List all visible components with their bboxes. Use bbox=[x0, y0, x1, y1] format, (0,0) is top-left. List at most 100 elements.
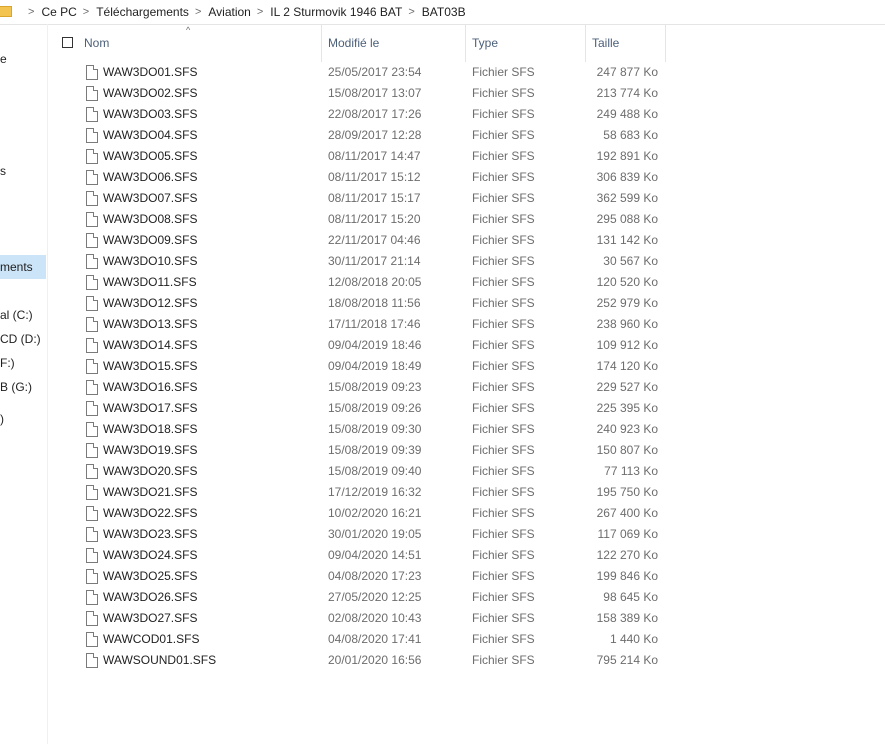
column-header-size[interactable]: Taille bbox=[586, 24, 666, 62]
file-row[interactable]: WAW3DO24.SFS 09/04/2020 14:51 Fichier SFS 1… bbox=[48, 545, 668, 566]
file-type: Fichier SFS bbox=[472, 569, 535, 583]
file-name: WAWSOUND01.SFS bbox=[103, 653, 217, 667]
file-row[interactable]: WAW3DO07.SFS 08/11/2017 15:17 Fichier SFS 3… bbox=[48, 188, 668, 209]
file-type: Fichier SFS bbox=[472, 380, 535, 394]
file-icon bbox=[86, 464, 98, 479]
file-row[interactable]: WAW3DO14.SFS 09/04/2019 18:46 Fichier SFS 1… bbox=[48, 335, 668, 356]
nav-item[interactable]: s bbox=[0, 164, 6, 178]
file-icon bbox=[86, 233, 98, 248]
column-header-modified[interactable]: Modifié le bbox=[322, 24, 466, 62]
file-modified: 18/08/2018 11:56 bbox=[328, 296, 421, 310]
file-row[interactable]: WAW3DO23.SFS 30/01/2020 19:05 Fichier SFS 1… bbox=[48, 524, 668, 545]
folder-icon bbox=[0, 6, 12, 17]
file-row[interactable]: WAW3DO22.SFS 10/02/2020 16:21 Fichier SFS 2… bbox=[48, 503, 668, 524]
breadcrumb-item-telechargements[interactable]: Téléchargements bbox=[96, 5, 189, 19]
file-size: 238 960 Ko bbox=[596, 317, 658, 331]
file-row[interactable]: WAW3DO02.SFS 15/08/2017 13:07 Fichier SFS 2… bbox=[48, 83, 668, 104]
file-row[interactable]: WAW3DO13.SFS 17/11/2018 17:46 Fichier SFS 2… bbox=[48, 314, 668, 335]
file-type: Fichier SFS bbox=[472, 611, 535, 625]
file-modified: 09/04/2019 18:46 bbox=[328, 338, 422, 352]
file-size: 295 088 Ko bbox=[596, 212, 658, 226]
file-size: 174 120 Ko bbox=[596, 359, 658, 373]
file-row[interactable]: WAW3DO04.SFS 28/09/2017 12:28 Fichier SFS 5… bbox=[48, 125, 668, 146]
file-name: WAWCOD01.SFS bbox=[103, 632, 200, 646]
select-all-checkbox[interactable] bbox=[62, 37, 73, 48]
chevron-right-icon[interactable]: > bbox=[189, 6, 208, 18]
file-name: WAW3DO17.SFS bbox=[103, 401, 198, 415]
nav-item-drive-d[interactable]: CD (D:) bbox=[0, 332, 41, 346]
file-size: 795 214 Ko bbox=[596, 653, 658, 667]
chevron-right-icon[interactable]: > bbox=[77, 6, 96, 18]
file-list: WAW3DO01.SFS 25/05/2017 23:54 Fichier SFS 2… bbox=[48, 62, 668, 671]
file-type: Fichier SFS bbox=[472, 254, 535, 268]
file-icon bbox=[86, 422, 98, 437]
file-row[interactable]: WAW3DO20.SFS 15/08/2019 09:40 Fichier SFS 7… bbox=[48, 461, 668, 482]
file-modified: 08/11/2017 14:47 bbox=[328, 149, 421, 163]
file-icon bbox=[86, 611, 98, 626]
file-row[interactable]: WAW3DO15.SFS 09/04/2019 18:49 Fichier SFS 1… bbox=[48, 356, 668, 377]
file-modified: 08/11/2017 15:20 bbox=[328, 212, 421, 226]
chevron-right-icon[interactable]: > bbox=[251, 6, 270, 18]
file-name: WAW3DO23.SFS bbox=[103, 527, 198, 541]
file-icon bbox=[86, 401, 98, 416]
nav-item-drive-c[interactable]: al (C:) bbox=[0, 308, 33, 322]
file-modified: 04/08/2020 17:41 bbox=[328, 632, 422, 646]
chevron-right-icon[interactable]: > bbox=[402, 6, 421, 18]
file-name: WAW3DO15.SFS bbox=[103, 359, 198, 373]
column-header-name[interactable]: Nom bbox=[78, 24, 322, 62]
file-row[interactable]: WAWSOUND01.SFS 20/01/2020 16:56 Fichier SF… bbox=[48, 650, 668, 671]
file-size: 150 807 Ko bbox=[596, 443, 658, 457]
file-type: Fichier SFS bbox=[472, 233, 535, 247]
file-row[interactable]: WAW3DO21.SFS 17/12/2019 16:32 Fichier SFS 1… bbox=[48, 482, 668, 503]
file-type: Fichier SFS bbox=[472, 170, 535, 184]
nav-item-selected[interactable]: ments bbox=[0, 255, 46, 279]
file-row[interactable]: WAW3DO26.SFS 27/05/2020 12:25 Fichier SFS 9… bbox=[48, 587, 668, 608]
file-row[interactable]: WAW3DO19.SFS 15/08/2019 09:39 Fichier SFS 1… bbox=[48, 440, 668, 461]
file-icon bbox=[86, 296, 98, 311]
file-icon bbox=[86, 338, 98, 353]
file-name: WAW3DO10.SFS bbox=[103, 254, 198, 268]
breadcrumb-item-bat03b[interactable]: BAT03B bbox=[422, 5, 466, 19]
nav-item-drive-f[interactable]: F:) bbox=[0, 356, 15, 370]
file-modified: 09/04/2019 18:49 bbox=[328, 359, 422, 373]
file-row[interactable]: WAWCOD01.SFS 04/08/2020 17:41 Fichier SFS 1… bbox=[48, 629, 668, 650]
column-header-type[interactable]: Type bbox=[466, 24, 586, 62]
file-type: Fichier SFS bbox=[472, 590, 535, 604]
nav-item[interactable]: e bbox=[0, 52, 7, 66]
file-type: Fichier SFS bbox=[472, 548, 535, 562]
breadcrumb-item-aviation[interactable]: Aviation bbox=[208, 5, 250, 19]
file-row[interactable]: WAW3DO17.SFS 15/08/2019 09:26 Fichier SFS 2… bbox=[48, 398, 668, 419]
file-row[interactable]: WAW3DO01.SFS 25/05/2017 23:54 Fichier SFS 2… bbox=[48, 62, 668, 83]
column-header-row: ^ Nom Modifié le Type Taille bbox=[48, 24, 668, 62]
file-row[interactable]: WAW3DO09.SFS 22/11/2017 04:46 Fichier SFS 1… bbox=[48, 230, 668, 251]
breadcrumb-item-il2[interactable]: IL 2 Sturmovik 1946 BAT bbox=[270, 5, 402, 19]
nav-item-drive-g[interactable]: B (G:) bbox=[0, 380, 32, 394]
file-modified: 28/09/2017 12:28 bbox=[328, 128, 422, 142]
file-name: WAW3DO12.SFS bbox=[103, 296, 198, 310]
file-icon bbox=[86, 506, 98, 521]
file-row[interactable]: WAW3DO11.SFS 12/08/2018 20:05 Fichier SFS 1… bbox=[48, 272, 668, 293]
address-bar[interactable]: > Ce PC > Téléchargements > Aviation > I… bbox=[0, 0, 885, 25]
file-row[interactable]: WAW3DO27.SFS 02/08/2020 10:43 Fichier SFS 1… bbox=[48, 608, 668, 629]
file-name: WAW3DO16.SFS bbox=[103, 380, 198, 394]
chevron-right-icon[interactable]: > bbox=[22, 6, 41, 18]
file-size: 199 846 Ko bbox=[596, 569, 658, 583]
file-row[interactable]: WAW3DO12.SFS 18/08/2018 11:56 Fichier SFS 2… bbox=[48, 293, 668, 314]
file-size: 109 912 Ko bbox=[596, 338, 658, 352]
file-type: Fichier SFS bbox=[472, 212, 535, 226]
file-size: 249 488 Ko bbox=[596, 107, 658, 121]
file-row[interactable]: WAW3DO25.SFS 04/08/2020 17:23 Fichier SFS 1… bbox=[48, 566, 668, 587]
nav-item[interactable]: ) bbox=[0, 412, 4, 426]
file-name: WAW3DO04.SFS bbox=[103, 128, 198, 142]
file-name: WAW3DO19.SFS bbox=[103, 443, 198, 457]
file-row[interactable]: WAW3DO03.SFS 22/08/2017 17:26 Fichier SFS 2… bbox=[48, 104, 668, 125]
file-row[interactable]: WAW3DO16.SFS 15/08/2019 09:23 Fichier SFS 2… bbox=[48, 377, 668, 398]
file-size: 306 839 Ko bbox=[596, 170, 658, 184]
file-row[interactable]: WAW3DO06.SFS 08/11/2017 15:12 Fichier SFS 3… bbox=[48, 167, 668, 188]
file-row[interactable]: WAW3DO08.SFS 08/11/2017 15:20 Fichier SFS 2… bbox=[48, 209, 668, 230]
file-row[interactable]: WAW3DO18.SFS 15/08/2019 09:30 Fichier SFS 2… bbox=[48, 419, 668, 440]
file-icon bbox=[86, 485, 98, 500]
file-row[interactable]: WAW3DO10.SFS 30/11/2017 21:14 Fichier SFS 3… bbox=[48, 251, 668, 272]
file-row[interactable]: WAW3DO05.SFS 08/11/2017 14:47 Fichier SFS 1… bbox=[48, 146, 668, 167]
breadcrumb-item-ce-pc[interactable]: Ce PC bbox=[41, 5, 76, 19]
